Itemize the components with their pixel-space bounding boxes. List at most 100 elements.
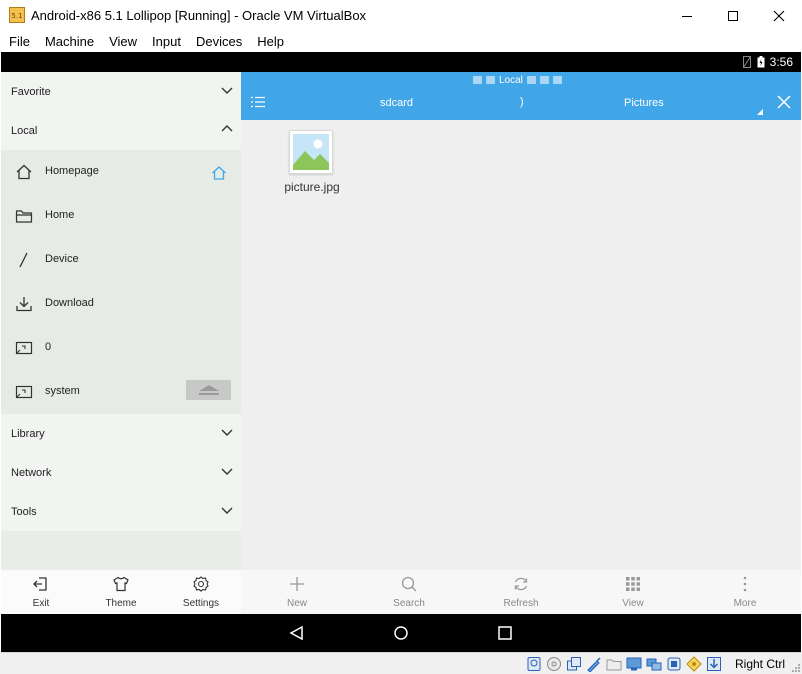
breadcrumb-sdcard[interactable]: sdcard bbox=[380, 97, 413, 109]
more-vertical-icon bbox=[743, 576, 747, 592]
eject-icon bbox=[198, 385, 219, 395]
new-button[interactable]: New bbox=[241, 570, 353, 614]
image-icon bbox=[293, 134, 329, 170]
storage-icon bbox=[15, 385, 33, 399]
section-network[interactable]: Network bbox=[1, 453, 241, 492]
home-icon[interactable] bbox=[211, 165, 227, 181]
breadcrumb-separator: ) bbox=[520, 96, 524, 108]
audio-icon[interactable] bbox=[566, 656, 582, 672]
shirt-icon bbox=[113, 576, 129, 592]
chevron-up-icon bbox=[221, 125, 233, 132]
section-tools[interactable]: Tools bbox=[1, 492, 241, 531]
network-icon[interactable] bbox=[646, 656, 662, 672]
dropdown-corner-icon[interactable] bbox=[757, 109, 763, 115]
folder-icon bbox=[15, 210, 33, 223]
menu-machine[interactable]: Machine bbox=[36, 31, 100, 52]
window-icon bbox=[552, 76, 562, 84]
more-button[interactable]: More bbox=[689, 570, 801, 614]
recents-icon[interactable] bbox=[497, 625, 513, 641]
keyboard-capture-icon[interactable] bbox=[706, 656, 722, 672]
file-item[interactable]: picture.jpg bbox=[277, 130, 347, 200]
menu-devices[interactable]: Devices bbox=[187, 31, 248, 52]
drawer-item-home[interactable]: Home bbox=[1, 194, 241, 238]
section-library[interactable]: Library bbox=[1, 414, 241, 453]
exit-icon bbox=[33, 577, 47, 591]
close-window-button[interactable] bbox=[756, 0, 802, 31]
refresh-button[interactable]: Refresh bbox=[465, 570, 577, 614]
menu-help[interactable]: Help bbox=[248, 31, 290, 52]
android-screen[interactable]: 3:56 Favorite Local Homepage Home Device… bbox=[1, 52, 801, 652]
minimize-button[interactable] bbox=[664, 0, 710, 31]
folder-icon bbox=[486, 76, 495, 84]
drawer-empty-area bbox=[1, 531, 241, 570]
optical-disk-icon[interactable] bbox=[546, 656, 562, 672]
theme-label: Theme bbox=[105, 598, 137, 609]
mouse-integration-icon[interactable] bbox=[686, 656, 702, 672]
window-icon bbox=[526, 76, 536, 84]
drawer-item-label: Device bbox=[45, 253, 79, 265]
menu-bar: File Machine View Input Devices Help bbox=[0, 31, 802, 52]
more-label: More bbox=[733, 598, 757, 609]
drawer-item-homepage[interactable]: Homepage bbox=[1, 150, 241, 194]
settings-button[interactable]: Settings bbox=[161, 570, 241, 614]
android-nav-bar bbox=[1, 614, 801, 652]
section-favorite[interactable]: Favorite bbox=[1, 72, 241, 111]
close-icon bbox=[773, 10, 785, 21]
capture-icon[interactable] bbox=[666, 656, 682, 672]
host-key-label: Right Ctrl bbox=[735, 657, 786, 671]
theme-button[interactable]: Theme bbox=[81, 570, 161, 614]
menu-input[interactable]: Input bbox=[143, 31, 187, 52]
chevron-down-icon bbox=[221, 468, 233, 475]
list-menu-icon[interactable] bbox=[251, 96, 265, 108]
drawer-item-label: Download bbox=[45, 297, 94, 309]
chevron-down-icon bbox=[221, 87, 233, 94]
drawer-item-label: Home bbox=[45, 209, 75, 221]
breadcrumb-pictures[interactable]: Pictures bbox=[624, 97, 664, 109]
section-network-label: Network bbox=[11, 466, 52, 479]
minimize-icon bbox=[682, 15, 692, 17]
mini-breadcrumb-label: Local bbox=[499, 74, 523, 86]
close-icon[interactable] bbox=[776, 94, 792, 110]
search-button[interactable]: Search bbox=[353, 570, 465, 614]
maximize-button[interactable] bbox=[710, 0, 756, 31]
search-label: Search bbox=[393, 598, 425, 609]
storage-icon bbox=[15, 341, 33, 355]
menu-view[interactable]: View bbox=[100, 31, 143, 52]
grid-view-icon bbox=[626, 577, 640, 591]
drawer-item-system[interactable]: system bbox=[1, 370, 241, 414]
drawer-item-download[interactable]: Download bbox=[1, 282, 241, 326]
chevron-down-icon bbox=[221, 429, 233, 436]
settings-label: Settings bbox=[182, 598, 220, 609]
usb-icon[interactable] bbox=[586, 656, 602, 672]
hard-disk-icon[interactable] bbox=[526, 656, 542, 672]
menu-file[interactable]: File bbox=[0, 31, 36, 52]
home-circle-icon[interactable] bbox=[393, 625, 409, 641]
no-sim-icon bbox=[743, 56, 751, 68]
section-local[interactable]: Local bbox=[1, 111, 241, 150]
back-icon[interactable] bbox=[289, 625, 305, 641]
exit-button[interactable]: Exit bbox=[1, 570, 81, 614]
drawer-item-storage-0[interactable]: 0 bbox=[1, 326, 241, 370]
shared-folder-icon[interactable] bbox=[606, 656, 622, 672]
android-status-bar: 3:56 bbox=[1, 52, 801, 72]
eject-button[interactable] bbox=[186, 380, 231, 400]
section-library-label: Library bbox=[11, 427, 45, 440]
drawer-item-device[interactable]: Device bbox=[1, 238, 241, 282]
drawer-item-label: Homepage bbox=[45, 165, 99, 177]
view-button[interactable]: View bbox=[577, 570, 689, 614]
drawer-item-label: 0 bbox=[45, 341, 52, 353]
file-name: picture.jpg bbox=[284, 180, 340, 194]
download-icon bbox=[16, 297, 32, 312]
local-list: Homepage Home Device Download 0 system bbox=[1, 150, 241, 414]
battery-icon bbox=[757, 56, 765, 68]
home-icon bbox=[16, 164, 32, 180]
display-icon[interactable] bbox=[626, 656, 642, 672]
virtualbox-app-icon: 5.1 bbox=[9, 7, 25, 23]
maximize-icon bbox=[728, 10, 738, 21]
image-thumbnail bbox=[289, 130, 333, 174]
search-icon bbox=[401, 576, 417, 592]
chevron-down-icon bbox=[221, 507, 233, 514]
resize-grip-icon[interactable] bbox=[792, 664, 800, 672]
section-favorite-label: Favorite bbox=[11, 85, 51, 98]
new-label: New bbox=[286, 598, 307, 609]
